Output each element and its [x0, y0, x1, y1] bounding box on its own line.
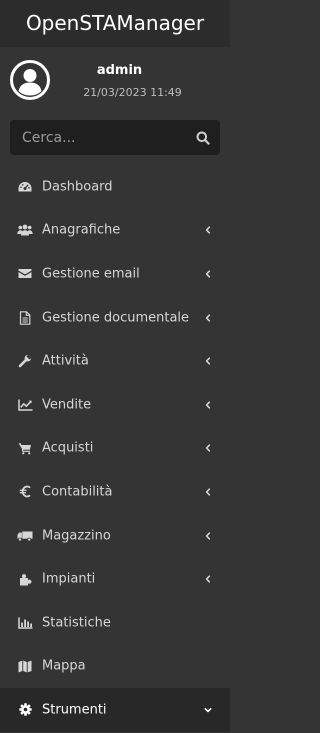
chevron-left-icon: [203, 531, 213, 541]
dashboard-icon: [17, 180, 33, 194]
line-chart-icon: [17, 398, 33, 412]
sidebar-item-gestione-email[interactable]: Gestione email: [0, 252, 230, 296]
sidebar-item-attivita[interactable]: Attività: [0, 339, 230, 383]
sidebar-item-label: Impianti: [42, 571, 96, 587]
bar-chart-icon: [17, 616, 33, 630]
sidebar: OpenSTAManager admin 21/03/2023 11:49 Ce…: [0, 0, 230, 733]
puzzle-piece-icon: [17, 572, 33, 586]
sidebar-item-acquisti[interactable]: Acquisti: [0, 427, 230, 471]
wrench-icon: [17, 354, 33, 368]
sidebar-item-label: Magazzino: [42, 528, 111, 544]
shopping-cart-icon: [17, 441, 33, 455]
sidebar-item-label: Gestione documentale: [42, 310, 190, 326]
chevron-left-icon: [203, 225, 213, 235]
chevron-down-icon: [203, 705, 213, 715]
sidebar-item-label: Mappa: [42, 658, 86, 674]
user-avatar-icon[interactable]: [10, 60, 50, 100]
chevron-left-icon: [203, 487, 213, 497]
euro-icon: [17, 485, 33, 499]
app-logo[interactable]: OpenSTAManager: [0, 0, 230, 47]
search-icon: [196, 131, 210, 145]
envelope-icon: [17, 267, 33, 281]
sidebar-item-statistiche[interactable]: Statistiche: [0, 601, 230, 645]
sidebar-item-label: Dashboard: [42, 179, 113, 195]
user-name[interactable]: admin: [60, 63, 179, 78]
truck-icon: [17, 529, 33, 543]
sidebar-item-impianti[interactable]: Impianti: [0, 557, 230, 601]
sidebar-item-dashboard[interactable]: Dashboard: [0, 165, 230, 209]
sidebar-item-label: Statistiche: [42, 615, 111, 631]
chevron-left-icon: [203, 269, 213, 279]
sidebar-item-strumenti[interactable]: Strumenti: [0, 688, 230, 732]
chevron-left-icon: [203, 356, 213, 366]
search-box: [10, 120, 220, 155]
map-icon: [17, 659, 33, 673]
chevron-left-icon: [203, 443, 213, 453]
chevron-left-icon: [203, 313, 213, 323]
sidebar-item-anagrafiche[interactable]: Anagrafiche: [0, 209, 230, 253]
sidebar-item-label: Attività: [42, 353, 89, 369]
chevron-left-icon: [203, 574, 213, 584]
sidebar-item-magazzino[interactable]: Magazzino: [0, 514, 230, 558]
user-panel: admin 21/03/2023 11:49: [0, 47, 230, 104]
sidebar-item-contabilita[interactable]: Contabilità: [0, 470, 230, 514]
chevron-left-icon: [203, 400, 213, 410]
users-icon: [17, 223, 33, 237]
search-input[interactable]: [10, 120, 185, 155]
sidebar-item-label: Vendite: [42, 397, 92, 413]
search-button[interactable]: [185, 120, 220, 155]
sidebar-item-vendite[interactable]: Vendite: [0, 383, 230, 427]
sidebar-item-label: Gestione email: [42, 266, 140, 282]
sidebar-item-label: Anagrafiche: [42, 222, 121, 238]
sidebar-item-mappa[interactable]: Mappa: [0, 645, 230, 689]
sidebar-menu: Dashboard Anagrafiche Gestione email Ges…: [0, 165, 230, 732]
sidebar-item-label: Contabilità: [42, 484, 113, 500]
current-datetime: 21/03/2023 11:49: [83, 86, 182, 99]
sidebar-item-label: Strumenti: [42, 702, 107, 718]
file-text-icon: [17, 310, 33, 325]
sidebar-item-gestione-documentale[interactable]: Gestione documentale: [0, 296, 230, 340]
cog-icon: [17, 703, 33, 717]
sidebar-item-label: Acquisti: [42, 440, 94, 456]
